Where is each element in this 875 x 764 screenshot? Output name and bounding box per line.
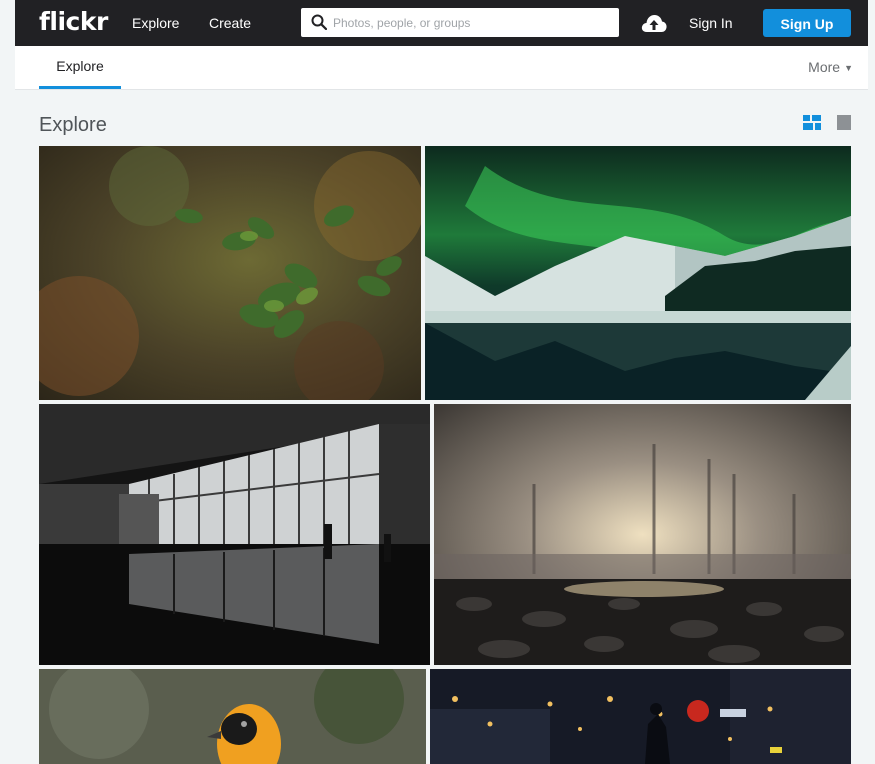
photo-oriole[interactable] [39,669,426,764]
nav-create[interactable]: Create [209,14,251,32]
top-bar: flickr Explore Create Sign In Sign Up [15,0,868,46]
sub-nav: Explore More ▼ [15,46,868,90]
caret-down-icon: ▼ [844,63,853,74]
aurora-image [425,146,851,400]
more-label: More [808,59,841,75]
justified-view-icon[interactable] [803,115,821,130]
upload-cloud-icon[interactable] [640,12,668,34]
photo-city-night[interactable] [430,669,851,764]
nav-explore[interactable]: Explore [132,14,179,32]
more-menu[interactable]: More ▼ [808,59,853,75]
search-icon[interactable] [311,14,327,30]
search-box [301,8,619,37]
tab-explore[interactable]: Explore [39,46,121,89]
photo-foggy-trees[interactable] [434,404,851,665]
photo-leaves[interactable] [39,146,421,400]
flickr-logo[interactable]: flickr [39,7,108,37]
photo-museum[interactable] [39,404,430,665]
museum-image [39,404,430,665]
page-title: Explore [39,114,107,136]
leaves-image [39,146,421,400]
sign-up-button[interactable]: Sign Up [763,9,851,37]
search-input[interactable] [333,8,613,37]
photo-aurora[interactable] [425,146,851,400]
foggy-trees-image [434,404,851,665]
oriole-image [39,669,426,764]
city-night-image [430,669,851,764]
single-view-icon[interactable] [837,115,851,130]
sign-in-link[interactable]: Sign In [689,14,733,32]
